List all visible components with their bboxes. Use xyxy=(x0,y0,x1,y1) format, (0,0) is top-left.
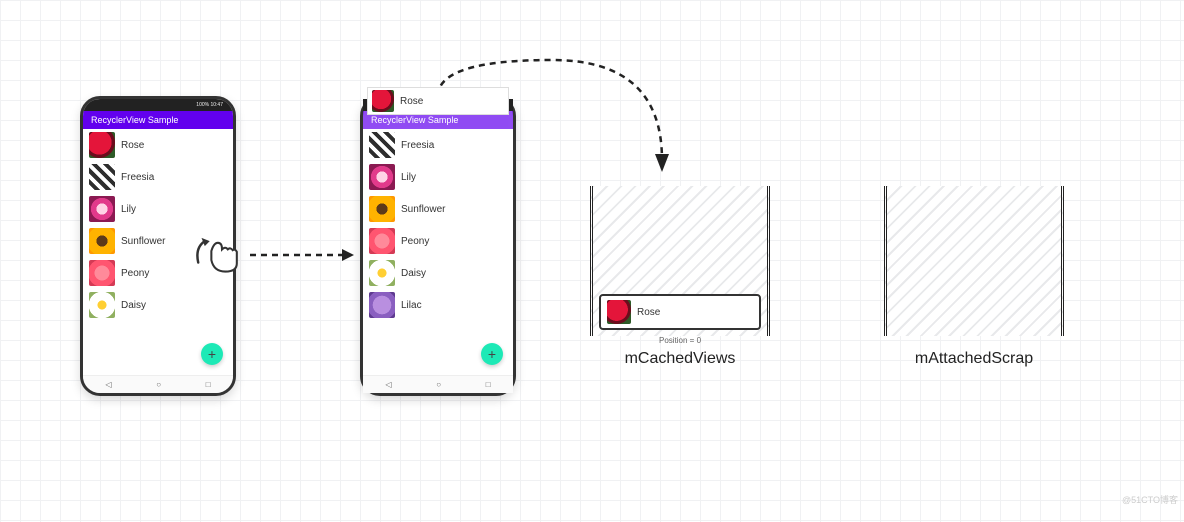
recycler-list-2[interactable]: Freesia Lily Sunflower Peony Daisy Lilac xyxy=(363,129,513,321)
nav-home-icon[interactable]: ○ xyxy=(436,380,441,389)
list-item-label: Daisy xyxy=(121,300,146,311)
list-item-label: Daisy xyxy=(401,268,426,279)
app-title: RecyclerView Sample xyxy=(83,111,233,129)
status-bar: 100% 10:47 xyxy=(83,99,233,111)
nav-back-icon[interactable]: ◁ xyxy=(385,380,391,389)
arrow-scroll-transition xyxy=(246,240,356,270)
list-item-label: Lily xyxy=(401,172,416,183)
cached-item-image xyxy=(607,300,631,324)
list-item-image xyxy=(369,196,395,222)
list-item-label: Lilac xyxy=(401,300,422,311)
nav-recent-icon[interactable]: □ xyxy=(206,380,211,389)
list-item[interactable]: Freesia xyxy=(363,129,513,161)
list-item[interactable]: Sunflower xyxy=(363,193,513,225)
list-item-label: Rose xyxy=(121,140,144,151)
cache-mcachedviews: Rose xyxy=(590,186,770,336)
list-item[interactable]: Freesia xyxy=(83,161,233,193)
recycler-list-1[interactable]: Rose Freesia Lily Sunflower Peony Daisy xyxy=(83,129,233,321)
phone-after: Rose RecyclerView Sample FreesiaLilySunf… xyxy=(360,96,516,396)
list-item[interactable]: Lily xyxy=(83,193,233,225)
fab-button[interactable]: + xyxy=(201,343,223,365)
scroll-gesture-icon xyxy=(188,228,238,274)
cached-item-label: Rose xyxy=(637,307,660,318)
fab-button-2[interactable]: + xyxy=(481,343,503,365)
cache1-label: mCachedViews xyxy=(590,350,770,368)
list-item[interactable]: Daisy xyxy=(363,257,513,289)
nav-home-icon[interactable]: ○ xyxy=(156,380,161,389)
watermark: @51CTO博客 xyxy=(1122,493,1178,506)
overflow-label: Rose xyxy=(400,96,423,107)
list-item-image xyxy=(369,260,395,286)
list-item-image xyxy=(89,260,115,286)
list-item-image xyxy=(369,228,395,254)
list-item-image xyxy=(369,292,395,318)
cache2-label: mAttachedScrap xyxy=(884,350,1064,368)
list-item-label: Lily xyxy=(121,204,136,215)
overflow-image xyxy=(372,90,394,112)
nav-bar-2: ◁ ○ □ xyxy=(363,375,513,393)
nav-bar: ◁ ○ □ xyxy=(83,375,233,393)
list-item[interactable]: Rose xyxy=(83,129,233,161)
list-item[interactable]: Lilac xyxy=(363,289,513,321)
cached-item: Rose xyxy=(599,294,761,330)
list-item-label: Freesia xyxy=(121,172,154,183)
overflow-item: Rose xyxy=(367,87,509,115)
list-item[interactable]: Daisy xyxy=(83,289,233,321)
nav-back-icon[interactable]: ◁ xyxy=(105,380,111,389)
list-item-label: Freesia xyxy=(401,140,434,151)
list-item-image xyxy=(89,196,115,222)
list-item-image xyxy=(369,164,395,190)
cache-mattachedscrap xyxy=(884,186,1064,336)
list-item[interactable]: Lily xyxy=(363,161,513,193)
list-item-image xyxy=(89,132,115,158)
list-item-label: Sunflower xyxy=(121,236,165,247)
list-item-label: Peony xyxy=(401,236,429,247)
list-item-image xyxy=(369,132,395,158)
nav-recent-icon[interactable]: □ xyxy=(486,380,491,389)
status-right: 100% 10:47 xyxy=(196,102,223,108)
list-item-label: Peony xyxy=(121,268,149,279)
list-item-label: Sunflower xyxy=(401,204,445,215)
list-item[interactable]: Peony xyxy=(363,225,513,257)
list-item-image xyxy=(89,164,115,190)
list-item-image xyxy=(89,292,115,318)
list-item-image xyxy=(89,228,115,254)
